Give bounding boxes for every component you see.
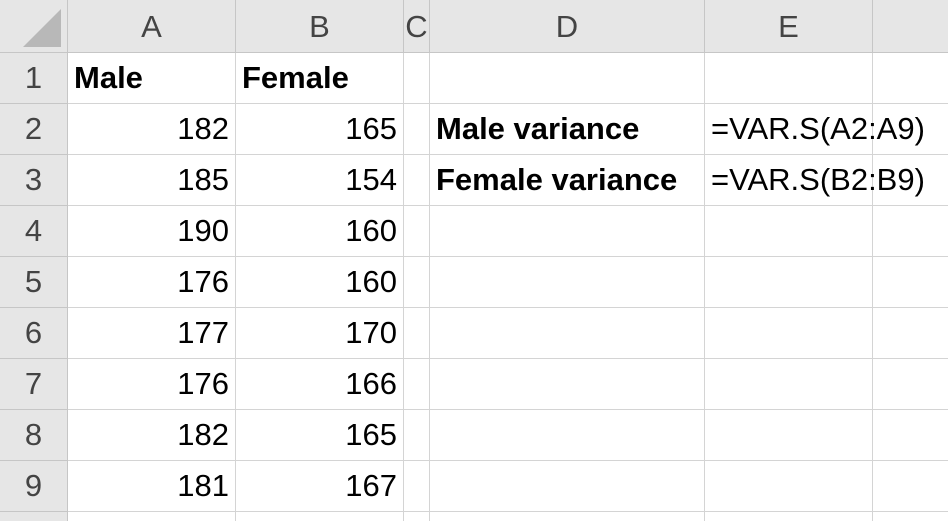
cell-a8[interactable]: 182 [68,410,236,461]
cell-c8[interactable] [404,410,430,461]
cell-d1[interactable] [430,53,705,104]
row-header-10-partial[interactable] [0,512,68,521]
cell-c2[interactable] [404,104,430,155]
cell-b1[interactable]: Female [236,53,404,104]
cell-a4[interactable]: 190 [68,206,236,257]
row-header-4[interactable]: 4 [0,206,68,257]
spreadsheet-grid: A B C D E 1 2 3 4 5 6 7 8 9 Male Female … [0,0,948,521]
cell-e7[interactable] [705,359,873,410]
cell-f9[interactable] [873,461,948,512]
cell-a5[interactable]: 176 [68,257,236,308]
cell-b3[interactable]: 154 [236,155,404,206]
cell-e3[interactable]: =VAR.S(B2:B9) [705,155,925,206]
cell-f1[interactable] [873,53,948,104]
column-header-a[interactable]: A [68,0,236,53]
cell-c10[interactable] [404,512,430,521]
cell-a3[interactable]: 185 [68,155,236,206]
cell-c9[interactable] [404,461,430,512]
cell-b6[interactable]: 170 [236,308,404,359]
cell-b9[interactable]: 167 [236,461,404,512]
cell-b8[interactable]: 165 [236,410,404,461]
cell-e5[interactable] [705,257,873,308]
cell-c7[interactable] [404,359,430,410]
row-header-1[interactable]: 1 [0,53,68,104]
cell-f7[interactable] [873,359,948,410]
row-header-7[interactable]: 7 [0,359,68,410]
cell-e10[interactable] [705,512,873,521]
column-header-c[interactable]: C [404,0,430,53]
cell-e1[interactable] [705,53,873,104]
cell-a2[interactable]: 182 [68,104,236,155]
cell-a6[interactable]: 177 [68,308,236,359]
cell-d9[interactable] [430,461,705,512]
cell-e8[interactable] [705,410,873,461]
cell-d10[interactable] [430,512,705,521]
cell-e2[interactable]: =VAR.S(A2:A9) [705,104,925,155]
cell-b10[interactable] [236,512,404,521]
select-all-triangle-icon [23,9,61,47]
cell-b2[interactable]: 165 [236,104,404,155]
cell-c5[interactable] [404,257,430,308]
cell-e4[interactable] [705,206,873,257]
cell-c1[interactable] [404,53,430,104]
row-header-8[interactable]: 8 [0,410,68,461]
cell-f6[interactable] [873,308,948,359]
column-header-d[interactable]: D [430,0,705,53]
row-header-3[interactable]: 3 [0,155,68,206]
row-header-5[interactable]: 5 [0,257,68,308]
cell-f8[interactable] [873,410,948,461]
cell-d7[interactable] [430,359,705,410]
cell-c6[interactable] [404,308,430,359]
cell-e9[interactable] [705,461,873,512]
cell-f2[interactable] [873,104,948,155]
cell-f5[interactable] [873,257,948,308]
cell-b7[interactable]: 166 [236,359,404,410]
column-header-b[interactable]: B [236,0,404,53]
cell-d4[interactable] [430,206,705,257]
row-header-6[interactable]: 6 [0,308,68,359]
cell-b5[interactable]: 160 [236,257,404,308]
cell-a10[interactable] [68,512,236,521]
cell-c3[interactable] [404,155,430,206]
select-all-corner[interactable] [0,0,68,53]
cell-d6[interactable] [430,308,705,359]
cell-c4[interactable] [404,206,430,257]
cell-f4[interactable] [873,206,948,257]
cell-d5[interactable] [430,257,705,308]
cell-f3[interactable] [873,155,948,206]
cell-e6[interactable] [705,308,873,359]
cell-a1[interactable]: Male [68,53,236,104]
cell-d8[interactable] [430,410,705,461]
row-header-9[interactable]: 9 [0,461,68,512]
cell-f10[interactable] [873,512,948,521]
cell-b4[interactable]: 160 [236,206,404,257]
row-header-2[interactable]: 2 [0,104,68,155]
cell-a7[interactable]: 176 [68,359,236,410]
cell-d2[interactable]: Male variance [430,104,705,155]
column-header-f-partial[interactable] [873,0,948,53]
cell-d3[interactable]: Female variance [430,155,705,206]
column-header-e[interactable]: E [705,0,873,53]
cell-a9[interactable]: 181 [68,461,236,512]
